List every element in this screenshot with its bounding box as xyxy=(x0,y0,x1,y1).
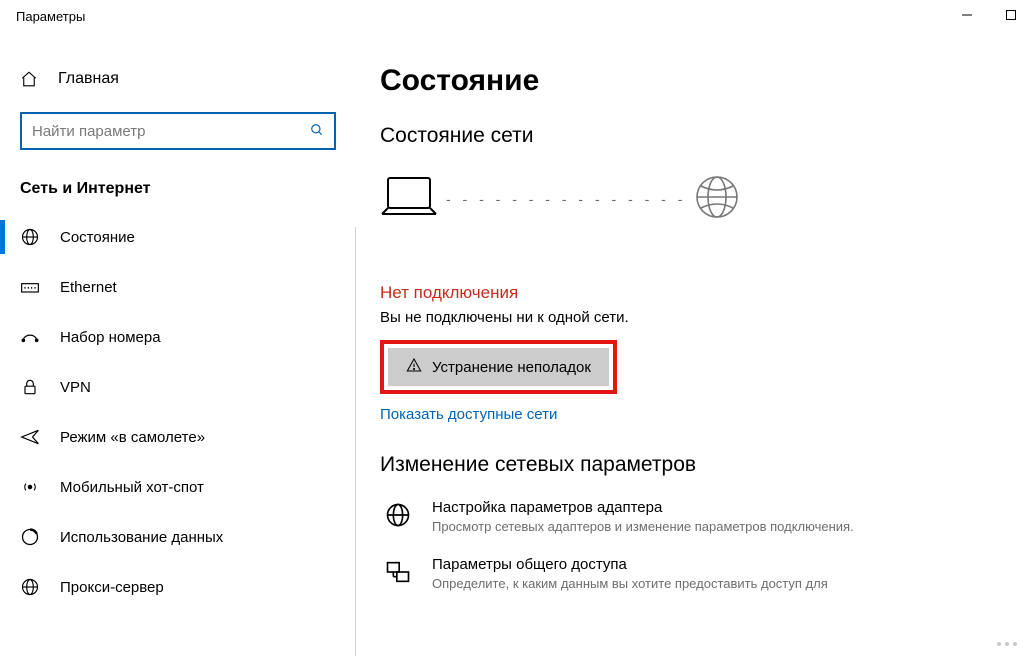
dialup-icon xyxy=(20,327,40,347)
show-networks-link[interactable]: Показать доступные сети xyxy=(380,406,557,423)
resize-grip[interactable] xyxy=(997,642,1017,646)
window-title: Параметры xyxy=(16,9,85,24)
titlebar: Параметры xyxy=(0,0,1031,32)
connection-line: - - - - - - - - - - - - - - - xyxy=(446,191,686,207)
option-sharing-settings[interactable]: Параметры общего доступа Определите, к к… xyxy=(380,556,1031,593)
sidebar-item-label: Состояние xyxy=(60,229,135,246)
maximize-button[interactable] xyxy=(1001,8,1021,24)
sidebar-item-label: Прокси-сервер xyxy=(60,579,164,596)
option-adapter-settings[interactable]: Настройка параметров адаптера Просмотр с… xyxy=(380,499,1031,536)
page-title: Состояние xyxy=(380,64,1031,98)
warning-icon xyxy=(406,357,422,377)
status-error-title: Нет подключения xyxy=(380,283,1031,303)
adapter-icon xyxy=(380,499,416,536)
hotspot-icon xyxy=(20,477,40,497)
home-icon xyxy=(20,70,38,88)
sidebar-item-label: Мобильный хот-спот xyxy=(60,479,204,496)
search-box[interactable] xyxy=(20,112,336,150)
section-change-settings: Изменение сетевых параметров xyxy=(380,453,1031,477)
sidebar-item-data-usage[interactable]: Использование данных xyxy=(0,512,356,562)
status-icon xyxy=(20,227,40,247)
sidebar-item-label: Ethernet xyxy=(60,279,117,296)
sidebar-item-status[interactable]: Состояние xyxy=(0,212,356,262)
troubleshoot-label: Устранение неполадок xyxy=(432,359,591,376)
home-label: Главная xyxy=(58,70,119,88)
sharing-icon xyxy=(380,556,416,593)
option-desc: Определите, к каким данным вы хотите пре… xyxy=(432,575,828,593)
laptop-icon xyxy=(380,174,438,223)
ethernet-icon xyxy=(20,277,40,297)
globe-icon xyxy=(694,174,740,223)
sidebar: Главная Сеть и Интернет Состо xyxy=(0,32,356,656)
content: Состояние Состояние сети - - - - - - - -… xyxy=(356,32,1031,656)
data-usage-icon xyxy=(20,527,40,547)
proxy-icon xyxy=(20,577,40,597)
sidebar-item-label: VPN xyxy=(60,379,91,396)
search-input[interactable] xyxy=(32,123,310,140)
divider xyxy=(355,227,356,656)
search-icon xyxy=(310,123,324,140)
minimize-button[interactable] xyxy=(957,8,977,24)
sidebar-item-dialup[interactable]: Набор номера xyxy=(0,312,356,362)
nav-list: Состояние Ethernet Набор номера xyxy=(0,212,356,612)
option-title: Параметры общего доступа xyxy=(432,556,828,573)
window-controls xyxy=(957,8,1021,24)
option-title: Настройка параметров адаптера xyxy=(432,499,854,516)
option-desc: Просмотр сетевых адаптеров и изменение п… xyxy=(432,518,854,536)
sidebar-item-hotspot[interactable]: Мобильный хот-спот xyxy=(0,462,356,512)
sidebar-item-ethernet[interactable]: Ethernet xyxy=(0,262,356,312)
sidebar-item-label: Набор номера xyxy=(60,329,161,346)
sidebar-item-airplane[interactable]: Режим «в самолете» xyxy=(0,412,356,462)
sidebar-item-label: Использование данных xyxy=(60,529,223,546)
network-diagram: - - - - - - - - - - - - - - - xyxy=(380,174,1031,223)
sidebar-item-proxy[interactable]: Прокси-сервер xyxy=(0,562,356,612)
sidebar-item-vpn[interactable]: VPN xyxy=(0,362,356,412)
sidebar-section-title: Сеть и Интернет xyxy=(0,174,356,212)
section-network-status: Состояние сети xyxy=(380,124,1031,148)
vpn-icon xyxy=(20,377,40,397)
home-link[interactable]: Главная xyxy=(0,62,356,96)
airplane-icon xyxy=(20,427,40,447)
sidebar-item-label: Режим «в самолете» xyxy=(60,429,205,446)
highlight-annotation: Устранение неполадок xyxy=(380,340,617,394)
status-error-desc: Вы не подключены ни к одной сети. xyxy=(380,309,1031,326)
troubleshoot-button[interactable]: Устранение неполадок xyxy=(388,348,609,386)
